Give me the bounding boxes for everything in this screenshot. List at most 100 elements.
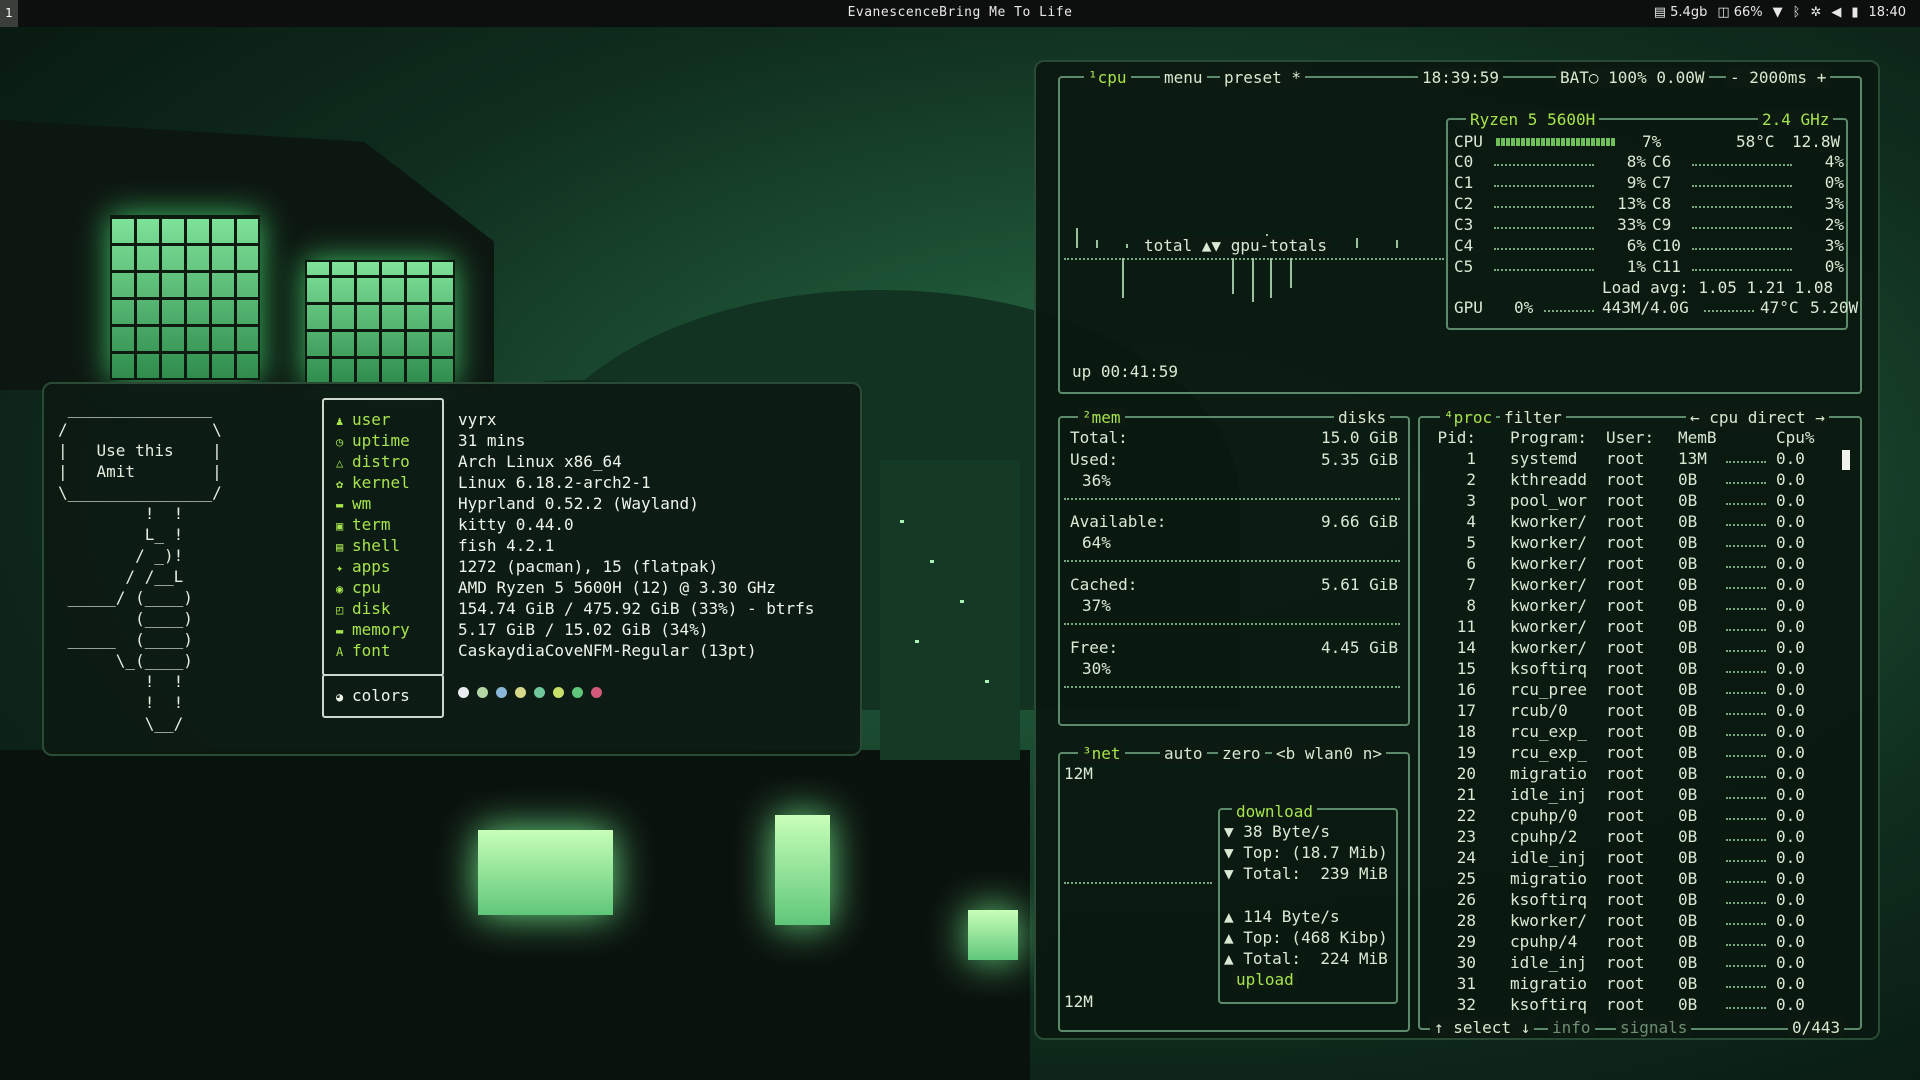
proc-signals[interactable]: signals	[1616, 1018, 1692, 1037]
download-stat: ▼ Total: 239 MiB	[1224, 864, 1388, 883]
proc-column-header[interactable]: MemB	[1678, 428, 1768, 447]
table-row[interactable]: 29 cpuhp/4 root 0B 0.0	[1424, 932, 1834, 952]
battery-icon[interactable]: ▮	[1851, 5, 1858, 20]
table-row[interactable]: 17 rcub/0 root 0B 0.0	[1424, 701, 1834, 721]
proc-count: 0/443	[1788, 1018, 1845, 1037]
proc-cell: root	[1606, 470, 1645, 489]
table-row[interactable]: 14 kworker/root 0B 0.0	[1424, 638, 1834, 658]
core-pct: 13%	[1617, 194, 1646, 213]
table-row[interactable]: 30 idle_inj root 0B 0.0	[1424, 953, 1834, 973]
tab-disks[interactable]: disks	[1334, 408, 1391, 427]
proc-info[interactable]: info	[1548, 1018, 1595, 1037]
info-value-shell: fish 4.2.1	[458, 536, 555, 555]
proc-cell: 0B	[1678, 995, 1698, 1014]
cpu-graph-bar	[1396, 240, 1398, 248]
table-row[interactable]: 1 systemd root 13M 0.0	[1424, 449, 1834, 469]
proc-cell: pool_wor	[1510, 491, 1588, 510]
table-row[interactable]: 18 rcu_exp_ root 0B 0.0	[1424, 722, 1834, 742]
proc-cell: root	[1606, 659, 1645, 678]
table-row[interactable]: 25 migratio root 0B 0.0	[1424, 869, 1834, 889]
proc-select[interactable]: ↑ select ↓	[1430, 1018, 1535, 1037]
table-row[interactable]: 3 pool_wor root 0B 0.0	[1424, 491, 1834, 511]
wallpaper-window	[775, 815, 830, 925]
proc-column-header[interactable]: Pid:	[1428, 428, 1476, 447]
cpu-total-pct: 7%	[1642, 132, 1662, 151]
table-row[interactable]: 16 rcu_pree root 0B 0.0	[1424, 680, 1834, 700]
table-row[interactable]: 23 cpuhp/2 root 0B 0.0	[1424, 827, 1834, 847]
volume-icon[interactable]: ◀	[1831, 5, 1841, 20]
table-row[interactable]: 5 kworker/root 0B 0.0	[1424, 533, 1834, 553]
now-playing[interactable]: EvanescenceBring Me To Life	[0, 5, 1920, 20]
clock-icon[interactable]: 18:40	[1869, 5, 1906, 20]
color-palette	[458, 687, 602, 698]
fastfetch-terminal[interactable]: _______________ / \ | Use this | | Amit | \_…	[42, 382, 862, 756]
net-interface-select[interactable]: <b wlan0 n>	[1272, 744, 1386, 763]
proc-cell: migratio	[1510, 764, 1588, 783]
table-row[interactable]: 22 cpuhp/0 root 0B 0.0	[1424, 806, 1834, 826]
tab-cpu[interactable]: ¹cpu	[1084, 68, 1131, 87]
info-value-uptime: 31 mins	[458, 431, 526, 450]
net-auto-toggle[interactable]: auto	[1160, 744, 1207, 763]
proc-column-header[interactable]: Program:	[1510, 428, 1600, 447]
table-row[interactable]: 19 rcu_exp_ root 0B 0.0	[1424, 743, 1834, 763]
cpu-icon[interactable]: ◫ 66%	[1717, 5, 1762, 20]
btop-terminal[interactable]: ¹cpu menu preset * 18:39:59 BAT○ 100% 0.…	[1034, 60, 1880, 1040]
tab-mem[interactable]: ²mem	[1078, 408, 1125, 427]
proc-cell: root	[1606, 995, 1645, 1014]
cpu-freq: 2.4 GHz	[1758, 110, 1834, 129]
table-row[interactable]: 21 idle_inj root 0B 0.0	[1424, 785, 1834, 805]
ascii-line: _______________	[58, 399, 213, 418]
table-row[interactable]: 4 kworker/root 0B 0.0	[1424, 512, 1834, 532]
table-row[interactable]: 24 idle_inj root 0B 0.0	[1424, 848, 1834, 868]
wifi-icon[interactable]: ▼	[1773, 5, 1783, 20]
table-row[interactable]: 28 kworker/root 0B 0.0	[1424, 911, 1834, 931]
table-row[interactable]: 11 kworker/root 0B 0.0	[1424, 617, 1834, 637]
proc-cell: rcu_exp_	[1510, 743, 1588, 762]
proc-cell: 0B	[1678, 953, 1698, 972]
proc-cell: 2	[1466, 470, 1476, 489]
update-interval[interactable]: - 2000ms +	[1726, 68, 1831, 87]
table-row[interactable]: 26 ksoftirq root 0B 0.0	[1424, 890, 1834, 910]
table-row[interactable]: 7 kworker/root 0B 0.0	[1424, 575, 1834, 595]
settings-icon[interactable]: ✲	[1810, 5, 1821, 20]
tab-preset[interactable]: preset *	[1220, 68, 1306, 87]
wallpaper-building	[880, 460, 1020, 760]
table-row[interactable]: 8 kworker/root 0B 0.0	[1424, 596, 1834, 616]
proc-cell: root	[1606, 932, 1645, 951]
tab-proc[interactable]: ⁴proc	[1440, 408, 1497, 427]
core-bar	[1494, 261, 1594, 271]
proc-filter[interactable]: filter	[1500, 408, 1566, 427]
proc-cell: 25	[1456, 869, 1476, 888]
table-row[interactable]: 20 migratio root 0B 0.0	[1424, 764, 1834, 784]
proc-sort-selector[interactable]: ← cpu direct →	[1686, 408, 1829, 427]
net-graph	[1064, 874, 1212, 884]
memory-icon[interactable]: ▤ 5.4gb	[1654, 5, 1708, 20]
proc-cell: 11	[1456, 617, 1476, 636]
proc-column-header[interactable]: Cpu%	[1776, 428, 1866, 447]
proc-cell: root	[1606, 554, 1645, 573]
proc-cell: 14	[1456, 638, 1476, 657]
proc-cell: 20	[1456, 764, 1476, 783]
mem-row-graph	[1064, 490, 1400, 500]
proc-mem-bar	[1726, 642, 1766, 652]
table-row[interactable]: 2 kthreadd root 0B 0.0	[1424, 470, 1834, 490]
bluetooth-icon[interactable]: ᛒ	[1793, 5, 1801, 20]
proc-cell: root	[1606, 743, 1645, 762]
tab-net[interactable]: ³net	[1078, 744, 1125, 763]
memory-icon: ▬	[336, 624, 344, 638]
proc-mem-bar	[1726, 894, 1766, 904]
shell-icon: ▤	[336, 540, 344, 554]
ascii-line: \_______________/	[58, 483, 222, 502]
table-row[interactable]: 31 migratio root 0B 0.0	[1424, 974, 1834, 994]
table-row[interactable]: 15 ksoftirq root 0B 0.0	[1424, 659, 1834, 679]
mem-row-pct: 30%	[1082, 659, 1111, 678]
net-zero-toggle[interactable]: zero	[1218, 744, 1265, 763]
tab-menu[interactable]: menu	[1160, 68, 1207, 87]
table-row[interactable]: 32 ksoftirq root 0B 0.0	[1424, 995, 1834, 1015]
proc-cell: kworker/	[1510, 911, 1588, 930]
gpu-graph-bar	[1122, 258, 1124, 298]
proc-cell: idle_inj	[1510, 848, 1588, 867]
table-row[interactable]: 6 kworker/root 0B 0.0	[1424, 554, 1834, 574]
proc-scrollbar[interactable]	[1842, 450, 1850, 470]
ascii-art: _______________ / \ | Use this | | Amit | \_…	[58, 398, 222, 734]
